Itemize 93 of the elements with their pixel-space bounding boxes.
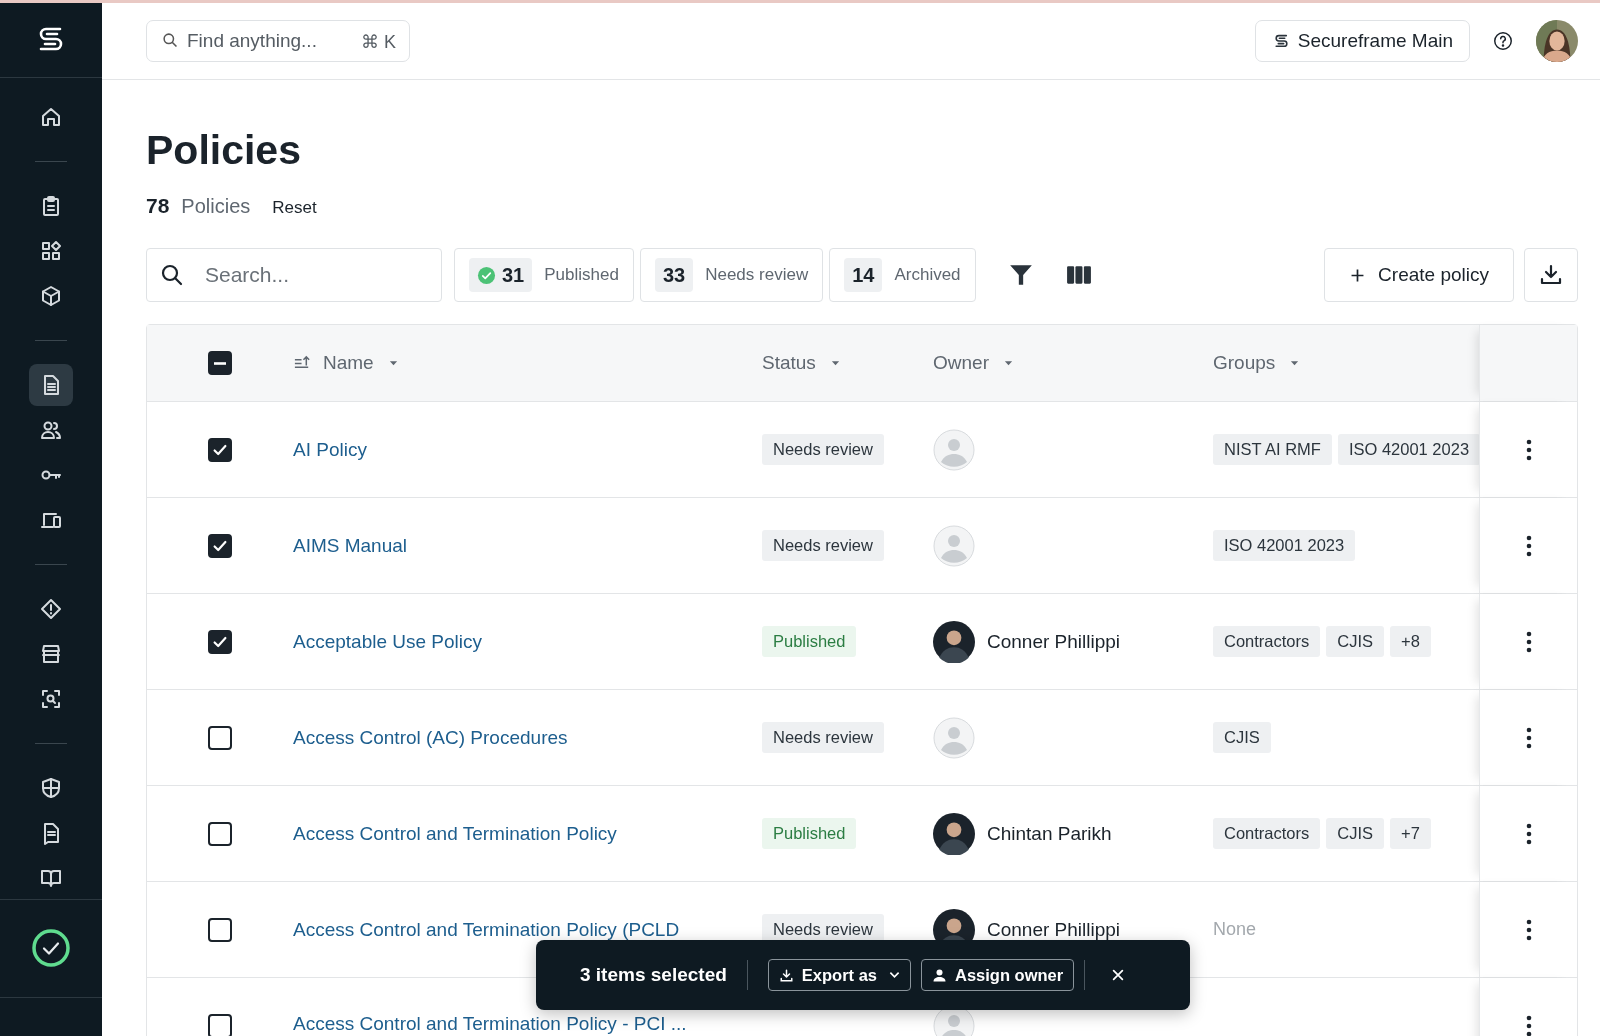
more-icon[interactable] [1525, 630, 1532, 653]
policy-link[interactable]: Access Control (AC) Procedures [293, 726, 568, 749]
group-tag: ISO 42001 2023 [1213, 530, 1356, 561]
download-button[interactable] [1524, 248, 1578, 302]
caret-icon [388, 360, 398, 366]
row-checkbox[interactable] [208, 1013, 232, 1036]
status-badge: Published [762, 626, 857, 657]
filter-label: Published [544, 265, 619, 285]
column-header[interactable]: Groups [1213, 352, 1300, 374]
caret-icon [830, 360, 840, 366]
search-icon [162, 32, 179, 49]
policy-link[interactable]: Access Control and Termination Policy (PCLD [293, 918, 680, 941]
help-icon[interactable] [1492, 30, 1514, 52]
caret-icon [1290, 360, 1300, 366]
group-tag: +7 [1390, 818, 1431, 849]
row-checkbox[interactable] [208, 437, 232, 462]
check-circle-icon [477, 265, 496, 285]
minus-icon [214, 361, 226, 365]
group-tag: CJIS [1213, 722, 1271, 753]
group-tag: CJIS [1326, 818, 1385, 849]
filter-label: Needs review [705, 265, 809, 285]
more-icon[interactable] [1525, 918, 1532, 941]
status-badge: Needs review [762, 722, 884, 753]
workspace-button[interactable]: Secureframe Main [1254, 20, 1470, 62]
avatar-placeholder-icon [933, 428, 975, 471]
row-checkbox[interactable] [208, 533, 232, 558]
status-badge: Needs review [762, 530, 884, 561]
close-icon[interactable] [1111, 968, 1126, 982]
avatar-placeholder-icon [933, 524, 975, 567]
more-icon[interactable] [1525, 534, 1532, 557]
column-header[interactable]: Name [293, 352, 398, 374]
group-tag: Contractors [1213, 626, 1321, 657]
column-header[interactable]: Owner [933, 352, 1013, 374]
row-checkbox[interactable] [208, 629, 232, 654]
select-all-checkbox[interactable] [208, 351, 232, 375]
policy-link[interactable]: Access Control and Termination Policy [293, 822, 617, 845]
more-icon[interactable] [1525, 438, 1532, 461]
selection-count: 3 items selected [580, 964, 727, 986]
caret-icon [1003, 360, 1013, 366]
shield-icon [39, 775, 63, 800]
sidebar-item[interactable] [29, 363, 73, 406]
empty-groups-text: None [1213, 919, 1257, 940]
page-title: Policies [146, 126, 302, 174]
more-icon[interactable] [1525, 822, 1532, 845]
person-icon [932, 967, 947, 983]
chevron-down-icon [889, 971, 900, 979]
owner-name: Chintan Parikh [987, 822, 1112, 845]
status-filter-tab[interactable]: 14 Archived [829, 248, 976, 302]
search-field[interactable]: Search... [146, 248, 442, 302]
group-tag: CJIS [1326, 626, 1385, 657]
filter-icon[interactable] [1007, 262, 1034, 288]
column-header[interactable]: Status [762, 352, 840, 374]
policy-link[interactable]: AI Policy [293, 438, 367, 461]
group-tag: NIST AI RMF [1213, 434, 1332, 465]
avatar-icon [933, 620, 975, 663]
apps-icon [39, 238, 63, 263]
policy-count: 78 [146, 194, 170, 218]
filter-count: 33 [662, 263, 686, 287]
assign-owner-button[interactable]: Assign owner [921, 959, 1075, 991]
search-icon [160, 263, 184, 287]
reset-button[interactable]: Reset [262, 198, 317, 218]
group-tag: +8 [1390, 626, 1431, 657]
download-icon [778, 967, 794, 983]
policy-link[interactable]: Access Control and Termination Policy - PCI ... [293, 1013, 687, 1035]
status-badge: Published [762, 818, 857, 849]
export-button[interactable]: Export as [767, 959, 911, 991]
filter-count: 14 [852, 263, 875, 287]
owner-name: Conner Phillippi [987, 630, 1121, 653]
count-label: Policies [181, 195, 251, 218]
avatar-placeholder-icon [933, 716, 975, 759]
filter-label: Archived [894, 265, 961, 285]
cube-icon [39, 283, 63, 308]
shortcut-hint: ⌘ K [361, 31, 396, 53]
more-icon[interactable] [1525, 726, 1532, 749]
alert-icon [39, 596, 63, 621]
status-badge: Needs review [762, 434, 884, 465]
row-checkbox[interactable] [208, 725, 232, 750]
more-icon[interactable] [1525, 1014, 1532, 1036]
group-tag: Contractors [1213, 818, 1321, 849]
policy-link[interactable]: Acceptable Use Policy [293, 630, 483, 653]
owner-name: Conner Phillippi [987, 918, 1121, 941]
create-policy-button[interactable]: Create policy [1324, 248, 1514, 302]
status-filter-tab[interactable]: 33 Needs review [639, 248, 824, 302]
filter-count: 31 [502, 263, 525, 287]
logo-icon [1272, 32, 1290, 50]
status-filter-tab[interactable]: 31 Published [454, 248, 634, 302]
avatar-icon [933, 812, 975, 855]
row-checkbox[interactable] [208, 821, 232, 846]
download-icon [1539, 263, 1563, 287]
policy-link[interactable]: AIMS Manual [293, 534, 408, 557]
group-tag: ISO 42001 2023 [1337, 434, 1479, 465]
check-circle-icon[interactable] [31, 928, 71, 969]
row-checkbox[interactable] [208, 917, 232, 942]
